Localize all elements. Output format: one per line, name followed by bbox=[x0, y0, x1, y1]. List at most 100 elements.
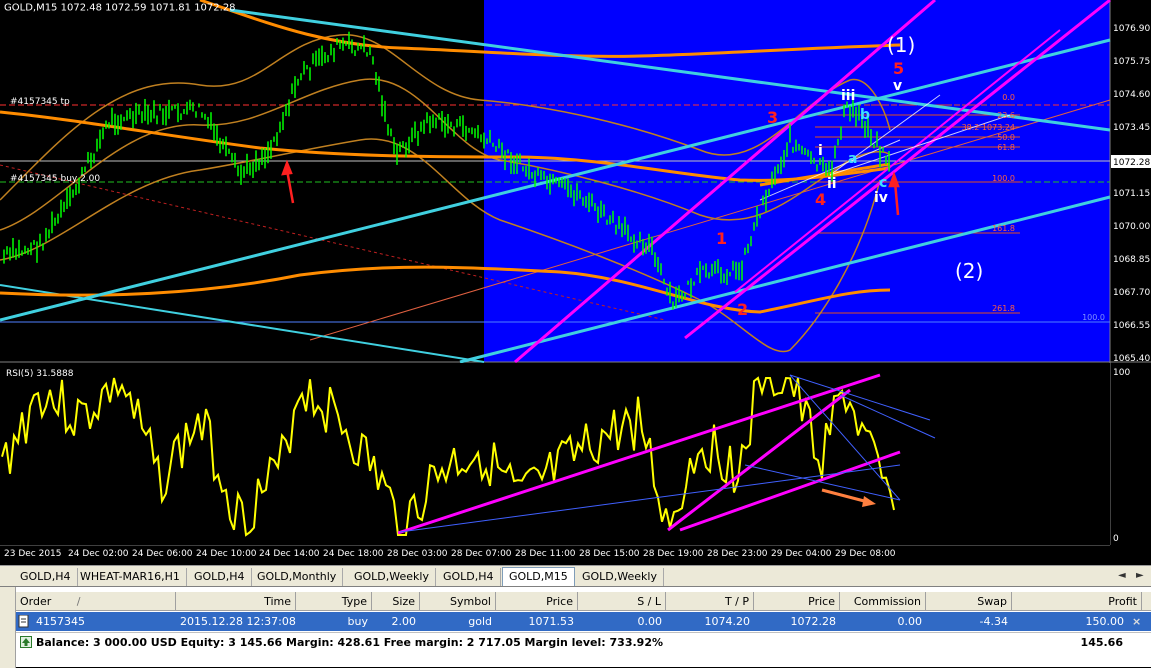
order-id: 4157345 bbox=[36, 615, 85, 628]
svg-text:23 Dec 2015: 23 Dec 2015 bbox=[4, 549, 62, 559]
terminal-side-bar bbox=[0, 587, 16, 668]
svg-text:100.0: 100.0 bbox=[992, 174, 1015, 183]
terminal-panel: Order / Time Type Size Symbol Price S / … bbox=[0, 586, 1151, 668]
svg-text:29 Dec 08:00: 29 Dec 08:00 bbox=[835, 549, 896, 559]
chart-area[interactable]: GOLD,M15 1072.48 1072.59 1071.81 1072.28… bbox=[0, 0, 1151, 565]
balance-row: Balance: 3 000.00 USD Equity: 3 145.66 M… bbox=[16, 632, 1151, 651]
terminal-header-row: Order / Time Type Size Symbol Price S / … bbox=[16, 592, 1151, 611]
tab-gold-m15[interactable]: GOLD,M15 bbox=[502, 567, 575, 587]
svg-text:iv: iv bbox=[874, 190, 888, 206]
svg-text:28 Dec 11:00: 28 Dec 11:00 bbox=[515, 549, 576, 559]
order-size: 2.00 bbox=[391, 615, 417, 628]
svg-text:2: 2 bbox=[737, 300, 748, 319]
svg-text:61.8: 61.8 bbox=[997, 143, 1015, 152]
rsi-pane-background bbox=[0, 363, 1110, 545]
col-type[interactable]: Type bbox=[296, 592, 372, 611]
svg-text:38.2 1073.24: 38.2 1073.24 bbox=[962, 123, 1015, 132]
svg-text:28 Dec 19:00: 28 Dec 19:00 bbox=[643, 549, 704, 559]
time-axis: 23 Dec 2015 24 Dec 02:00 24 Dec 06:00 24… bbox=[4, 549, 896, 559]
tab-wheat-mar16-h1[interactable]: WHEAT-MAR16,H1 bbox=[74, 568, 187, 586]
svg-text:i: i bbox=[818, 143, 823, 159]
tab-scroll-right-icon[interactable]: ► bbox=[1136, 570, 1144, 581]
svg-text:24 Dec 02:00: 24 Dec 02:00 bbox=[68, 549, 129, 559]
col-symbol[interactable]: Symbol bbox=[420, 592, 496, 611]
fib-100-label: 100.0 bbox=[1082, 313, 1105, 322]
balance-profit: 145.66 bbox=[1080, 636, 1123, 649]
svg-text:161.8: 161.8 bbox=[992, 224, 1015, 233]
svg-text:1076.90: 1076.90 bbox=[1113, 24, 1150, 34]
order-profit: 150.00 bbox=[1085, 615, 1125, 628]
tab-scroll-left-icon[interactable]: ◄ bbox=[1118, 570, 1126, 581]
order-sl: 0.00 bbox=[637, 615, 663, 628]
order-current-price: 1072.28 bbox=[790, 615, 837, 628]
svg-text:v: v bbox=[893, 78, 902, 94]
balance-icon bbox=[20, 636, 32, 651]
svg-text:1070.00: 1070.00 bbox=[1113, 222, 1150, 232]
price-chart[interactable]: GOLD,M15 1072.48 1072.59 1071.81 1072.28… bbox=[0, 0, 1151, 565]
svg-text:29 Dec 04:00: 29 Dec 04:00 bbox=[771, 549, 832, 559]
wave-label-big-2: (2) bbox=[955, 259, 983, 283]
order-time: 2015.12.28 12:37:08 bbox=[180, 615, 296, 628]
svg-text:50.0: 50.0 bbox=[997, 133, 1015, 142]
rsi-scale-min: 0 bbox=[1113, 534, 1119, 544]
col-order[interactable]: Order / bbox=[16, 592, 176, 611]
tab-gold-weekly[interactable]: GOLD,Weekly bbox=[348, 568, 436, 586]
chart-title: GOLD,M15 1072.48 1072.59 1071.81 1072.28 bbox=[4, 2, 236, 13]
svg-text:3: 3 bbox=[767, 108, 778, 127]
balance-summary: Balance: 3 000.00 USD Equity: 3 145.66 M… bbox=[36, 636, 663, 649]
svg-text:1075.75: 1075.75 bbox=[1113, 57, 1150, 67]
order-open-price: 1071.53 bbox=[528, 615, 575, 628]
col-swap[interactable]: Swap bbox=[926, 592, 1012, 611]
col-sl[interactable]: S / L bbox=[578, 592, 666, 611]
svg-text:28 Dec 03:00: 28 Dec 03:00 bbox=[387, 549, 448, 559]
order-commission: 0.00 bbox=[897, 615, 923, 628]
order-swap: -4.34 bbox=[979, 615, 1008, 628]
price-scale: 1076.90 1075.75 1074.60 1073.45 1071.15 … bbox=[1113, 24, 1150, 364]
svg-text:28 Dec 15:00: 28 Dec 15:00 bbox=[579, 549, 640, 559]
rsi-label: RSI(5) 31.5888 bbox=[6, 369, 74, 379]
tab-gold-monthly[interactable]: GOLD,Monthly bbox=[251, 568, 344, 586]
svg-text:24 Dec 06:00: 24 Dec 06:00 bbox=[132, 549, 193, 559]
col-time[interactable]: Time bbox=[176, 592, 296, 611]
svg-text:1066.55: 1066.55 bbox=[1113, 321, 1150, 331]
wave-label-big-1: (1) bbox=[887, 33, 915, 57]
svg-text:a: a bbox=[848, 151, 857, 167]
svg-text:1074.60: 1074.60 bbox=[1113, 90, 1150, 100]
svg-text:24 Dec 18:00: 24 Dec 18:00 bbox=[323, 549, 384, 559]
svg-text:4: 4 bbox=[815, 190, 826, 209]
svg-text:1068.85: 1068.85 bbox=[1113, 255, 1150, 265]
order-buy-label: #4157345 buy 2.00 bbox=[10, 174, 100, 184]
col-price[interactable]: Price bbox=[496, 592, 578, 611]
tab-gold-h4[interactable]: GOLD,H4 bbox=[14, 568, 78, 586]
svg-text:23.6: 23.6 bbox=[997, 111, 1015, 120]
close-order-icon[interactable]: × bbox=[1128, 612, 1148, 631]
svg-text:24 Dec 10:00: 24 Dec 10:00 bbox=[196, 549, 257, 559]
svg-text:28 Dec 07:00: 28 Dec 07:00 bbox=[451, 549, 512, 559]
svg-text:24 Dec 14:00: 24 Dec 14:00 bbox=[259, 549, 320, 559]
svg-text:b: b bbox=[860, 107, 870, 123]
order-type: buy bbox=[347, 615, 368, 628]
order-doc-icon bbox=[18, 612, 32, 631]
order-symbol: gold bbox=[468, 615, 492, 628]
svg-text:iii: iii bbox=[841, 88, 855, 104]
order-tp: 1074.20 bbox=[704, 615, 751, 628]
tab-gold-h4-3[interactable]: GOLD,H4 bbox=[437, 568, 501, 586]
svg-text:1065.40: 1065.40 bbox=[1113, 354, 1150, 364]
order-tp-label: #4157345 tp bbox=[10, 97, 70, 107]
svg-text:1067.70: 1067.70 bbox=[1113, 288, 1150, 298]
col-commission[interactable]: Commission bbox=[840, 592, 926, 611]
tab-gold-weekly-2[interactable]: GOLD,Weekly bbox=[576, 568, 664, 586]
tab-gold-h4-2[interactable]: GOLD,H4 bbox=[188, 568, 252, 586]
current-price-label: 1072.28 bbox=[1113, 158, 1150, 168]
col-profit[interactable]: Profit bbox=[1012, 592, 1142, 611]
svg-text:ii: ii bbox=[827, 176, 837, 192]
col-current-price[interactable]: Price bbox=[754, 592, 840, 611]
order-row[interactable]: 4157345 2015.12.28 12:37:08 buy 2.00 gol… bbox=[16, 612, 1151, 631]
svg-text:5: 5 bbox=[893, 59, 904, 78]
col-tp[interactable]: T / P bbox=[666, 592, 754, 611]
svg-text:1071.15: 1071.15 bbox=[1113, 189, 1150, 199]
svg-text:261.8: 261.8 bbox=[992, 304, 1015, 313]
col-size[interactable]: Size bbox=[372, 592, 420, 611]
svg-text:28 Dec 23:00: 28 Dec 23:00 bbox=[707, 549, 768, 559]
chart-tabs-bar: GOLD,H4 WHEAT-MAR16,H1 GOLD,H4 GOLD,Mont… bbox=[0, 565, 1151, 587]
